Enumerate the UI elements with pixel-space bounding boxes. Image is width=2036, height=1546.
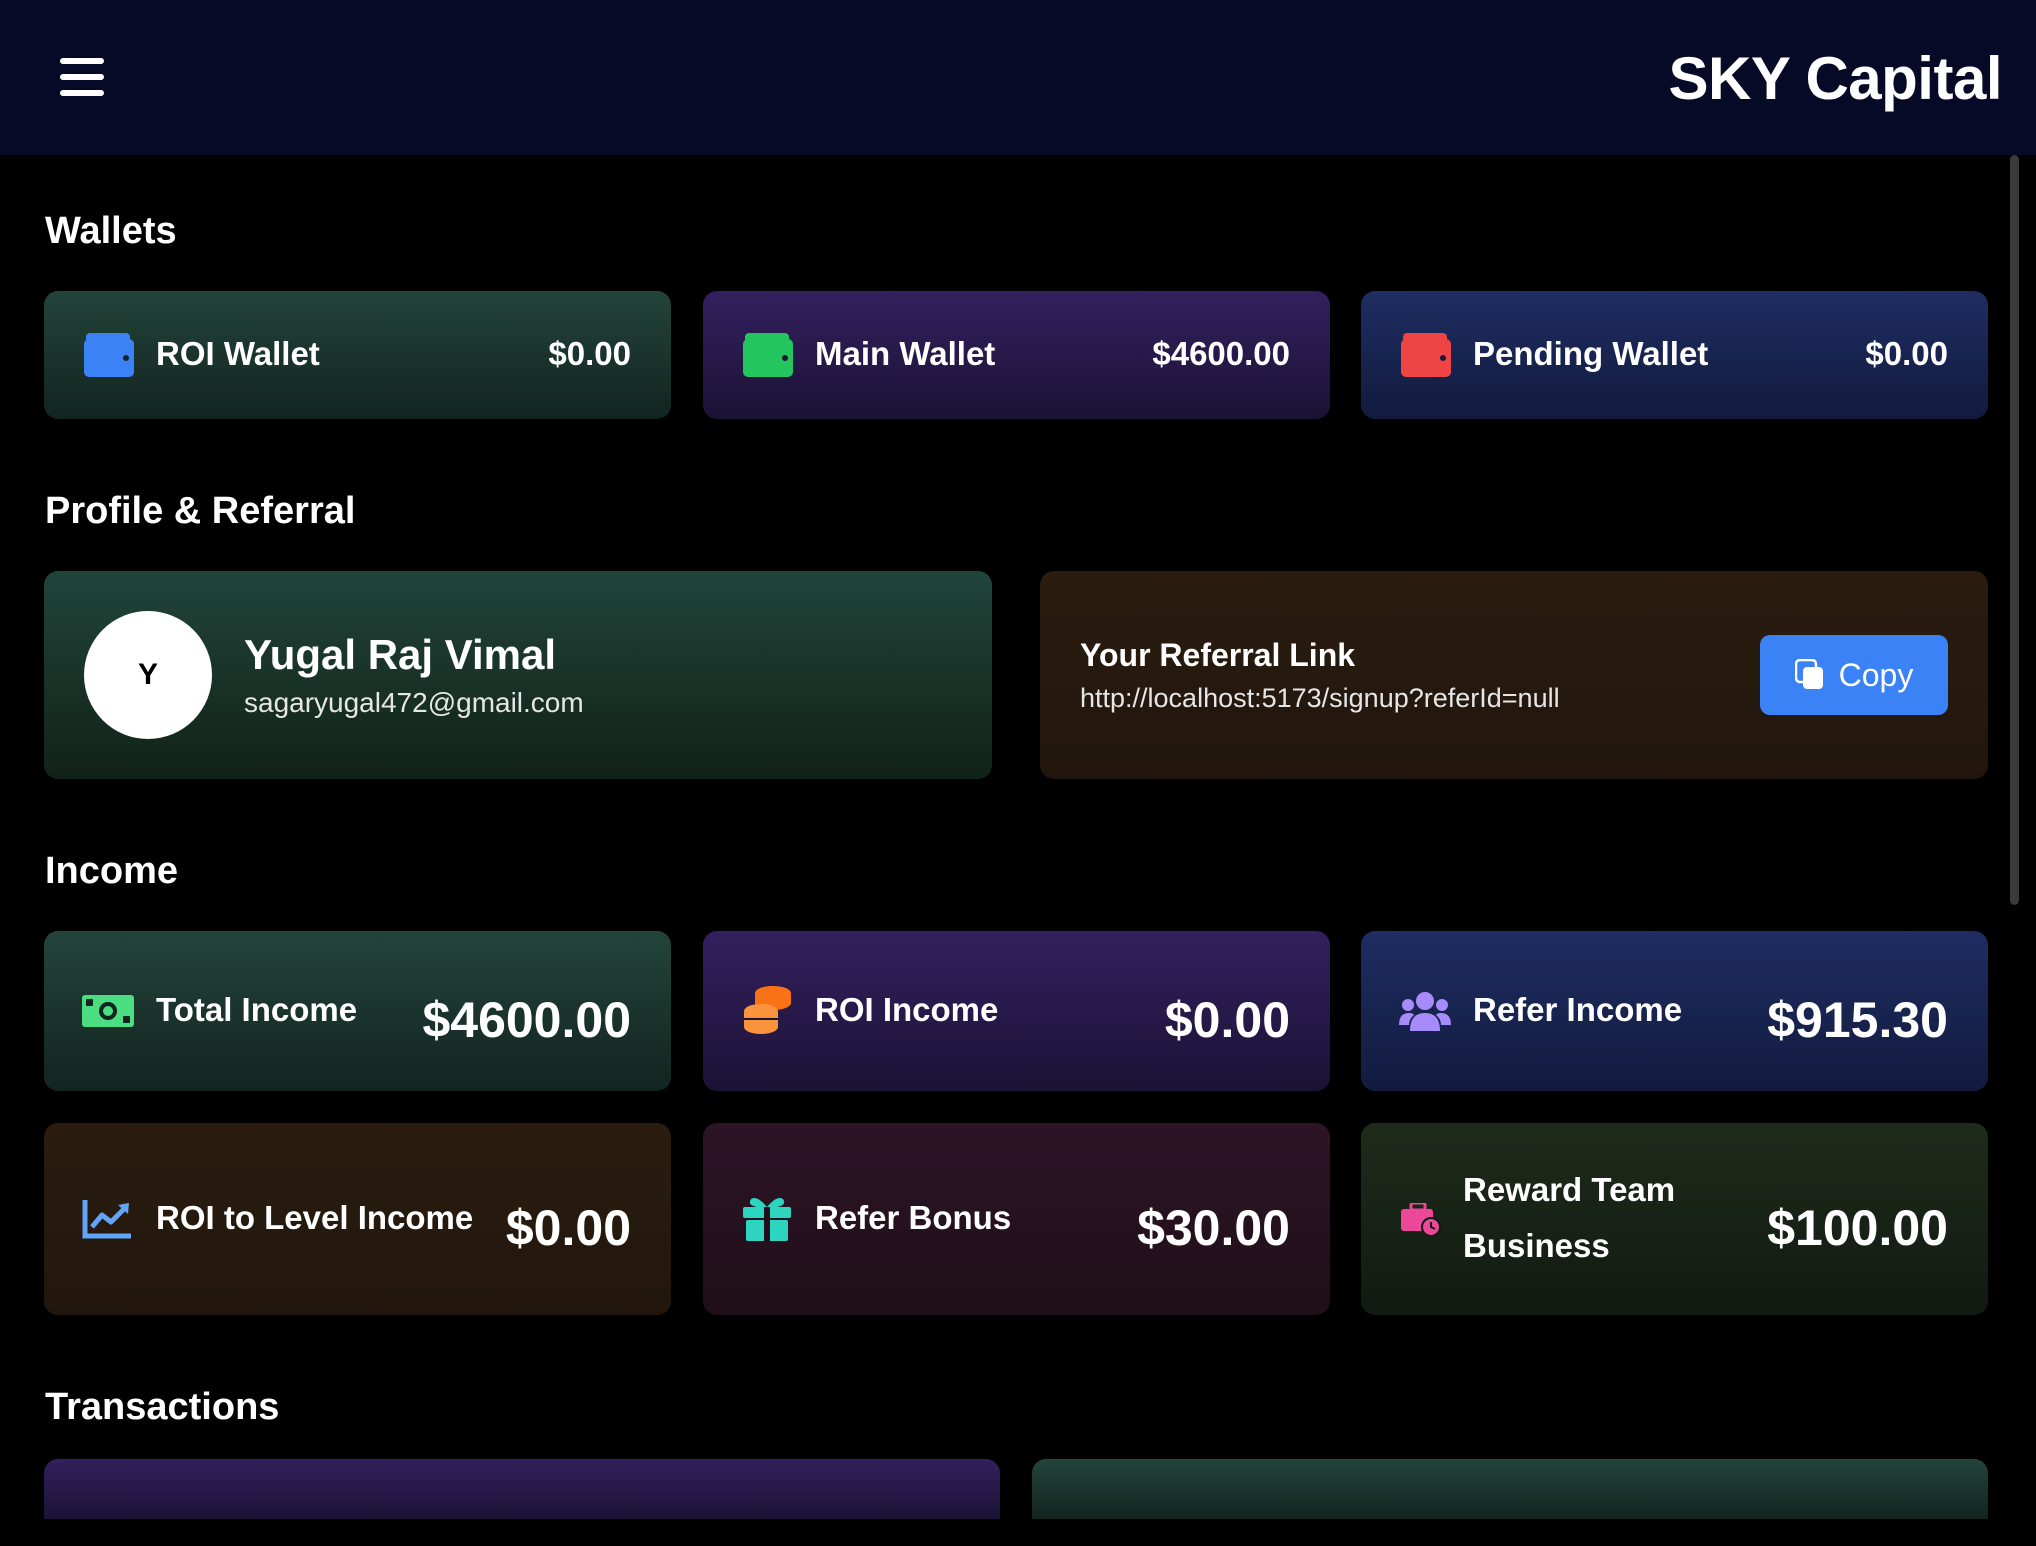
income-label-line2: Business [1463,1227,1610,1264]
referral-card: Your Referral Link http://localhost:5173… [1040,571,1988,779]
section-title-wallets: Wallets [45,210,177,252]
scrollbar[interactable] [2010,155,2019,905]
referral-link[interactable]: http://localhost:5173/signup?referId=nul… [1080,683,1560,714]
wallet-label: ROI Wallet [156,335,320,372]
wallet-card-main[interactable]: Main Wallet $4600.00 [703,291,1330,419]
wallet-value: $0.00 [548,335,631,372]
profile-name: Yugal Raj Vimal [244,631,557,678]
users-icon [1399,992,1451,1031]
money-bill-icon [82,995,134,1027]
wallet-card-roi[interactable]: ROI Wallet $0.00 [44,291,671,419]
income-value: $4600.00 [422,992,631,1048]
income-label-line1: Reward Team [1463,1171,1676,1208]
referral-title: Your Referral Link [1080,637,1356,673]
income-card-reward-team[interactable]: Reward Team Business $100.00 [1361,1123,1988,1315]
income-label: Refer Income [1473,991,1683,1028]
income-value: $0.00 [505,1200,631,1256]
copy-button[interactable]: Copy [1760,635,1948,715]
copy-icon [1794,659,1823,689]
coins-icon [744,986,791,1034]
income-card-roi-level[interactable]: ROI to Level Income $0.00 [44,1123,671,1315]
income-label: Refer Bonus [815,1199,1012,1236]
income-value: $915.30 [1767,992,1948,1048]
profile-email: sagaryugal472@gmail.com [244,687,584,718]
chart-line-icon [82,1200,131,1239]
gift-icon [743,1198,791,1241]
section-title-transactions: Transactions [45,1386,280,1428]
income-card-total[interactable]: Total Income $4600.00 [44,931,671,1091]
income-card-refer-bonus[interactable]: Refer Bonus $30.00 [703,1123,1330,1315]
section-title-profile-referral: Profile & Referral [45,490,356,532]
wallet-value: $0.00 [1865,335,1948,372]
wallet-label: Pending Wallet [1473,335,1709,372]
income-value: $30.00 [1137,1200,1290,1256]
brand-title: SKY Capital [1668,45,2003,112]
hamburger-menu-icon[interactable] [60,56,108,98]
income-label: Total Income [156,991,358,1028]
business-time-icon [1401,1203,1441,1237]
wallet-card-pending[interactable]: Pending Wallet $0.00 [1361,291,1988,419]
profile-card: Y Yugal Raj Vimal sagaryugal472@gmail.co… [44,571,992,779]
income-card-roi[interactable]: ROI Income $0.00 [703,931,1330,1091]
income-label: ROI to Level Income [156,1199,474,1236]
wallet-value: $4600.00 [1152,335,1290,372]
wallet-icon [1401,333,1451,377]
income-card-refer[interactable]: Refer Income $915.30 [1361,931,1988,1091]
transaction-card[interactable] [1032,1459,1988,1519]
income-value: $0.00 [1164,992,1290,1048]
top-navbar: SKY Capital [0,0,2036,155]
transaction-card[interactable] [44,1459,1000,1519]
wallet-icon [84,333,134,377]
income-label: ROI Income [815,991,999,1028]
wallet-icon [743,333,793,377]
income-value: $100.00 [1767,1200,1948,1256]
section-title-income: Income [45,850,179,892]
copy-label: Copy [1838,656,1914,693]
avatar: Y [84,611,212,739]
wallet-label: Main Wallet [815,335,996,372]
